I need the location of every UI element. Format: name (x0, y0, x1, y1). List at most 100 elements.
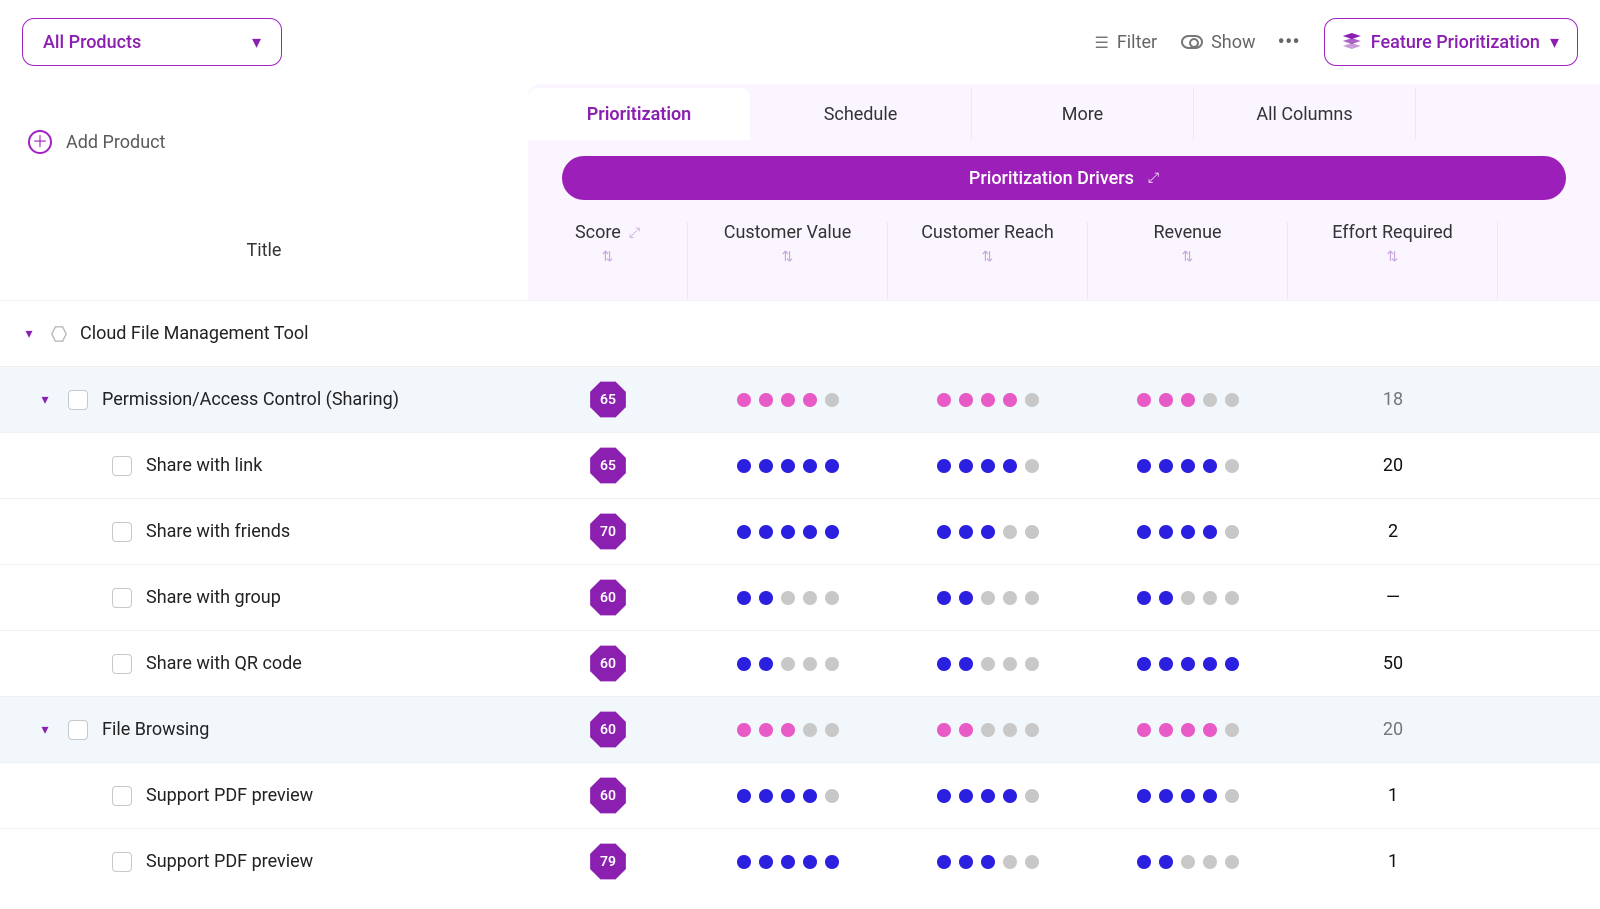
score-badge: 60 (589, 645, 627, 683)
rating-cell[interactable] (688, 723, 888, 737)
rating-dot (1003, 393, 1017, 407)
rating-dot (759, 657, 773, 671)
rating-cell[interactable] (888, 723, 1088, 737)
rating-cell[interactable] (688, 855, 888, 869)
feature-row: Support PDF preview601 (0, 762, 1600, 828)
row-title: Share with group (146, 587, 281, 608)
rating-dot (759, 525, 773, 539)
rating-dot (981, 723, 995, 737)
effort-cell[interactable]: 20 (1288, 719, 1498, 740)
row-checkbox[interactable] (112, 786, 132, 806)
tab-prioritization[interactable]: Prioritization (528, 88, 750, 140)
rating-dot (1025, 525, 1039, 539)
effort-cell[interactable]: 20 (1288, 455, 1498, 476)
subheader: ＋ Add Product PrioritizationScheduleMore… (0, 84, 1600, 200)
rating-dot (937, 459, 951, 473)
rating-cell[interactable] (688, 591, 888, 605)
rating-dot (1203, 459, 1217, 473)
rating-cell[interactable] (688, 459, 888, 473)
rating-cell[interactable] (1088, 657, 1288, 671)
rating-cell[interactable] (688, 525, 888, 539)
sort-icon[interactable]: ⇅ (1182, 249, 1194, 265)
row-checkbox[interactable] (112, 588, 132, 608)
effort-cell[interactable]: 50 (1288, 653, 1498, 674)
rating-dot (1003, 591, 1017, 605)
chevron-down-icon[interactable]: ▾ (36, 722, 54, 738)
col-effort-label: Effort Required (1332, 222, 1453, 243)
rating-cell[interactable] (888, 525, 1088, 539)
view-select[interactable]: Feature Prioritization ▾ (1324, 18, 1578, 66)
col-title[interactable]: Title (0, 200, 528, 300)
row-checkbox[interactable] (112, 654, 132, 674)
score-cell: 60 (528, 777, 688, 815)
rating-cell[interactable] (688, 393, 888, 407)
rating-dot (937, 855, 951, 869)
rating-cell[interactable] (1088, 723, 1288, 737)
filter-button[interactable]: ☰ Filter (1083, 24, 1170, 61)
row-checkbox[interactable] (68, 720, 88, 740)
rating-cell[interactable] (888, 789, 1088, 803)
tab-all-columns[interactable]: All Columns (1194, 88, 1416, 140)
rating-dot (1225, 657, 1239, 671)
rating-dot (959, 525, 973, 539)
effort-cell[interactable]: 18 (1288, 389, 1498, 410)
col-customer-reach[interactable]: Customer Reach⇅ (888, 222, 1088, 300)
rating-dot (1181, 393, 1195, 407)
row-checkbox[interactable] (112, 852, 132, 872)
rating-dot (781, 393, 795, 407)
more-menu-button[interactable]: ••• (1268, 22, 1310, 63)
rating-dot (825, 393, 839, 407)
tab-schedule[interactable]: Schedule (750, 88, 972, 140)
score-badge: 65 (589, 447, 627, 485)
rating-dot (825, 459, 839, 473)
effort-cell[interactable]: 1 (1288, 851, 1498, 872)
col-title-label: Title (247, 240, 282, 261)
rating-cell[interactable] (888, 393, 1088, 407)
prioritization-drivers-button[interactable]: Prioritization Drivers ⤢ (562, 156, 1566, 200)
row-checkbox[interactable] (112, 456, 132, 476)
sort-icon[interactable]: ⇅ (782, 249, 794, 265)
rating-cell[interactable] (1088, 459, 1288, 473)
chevron-down-icon[interactable]: ▾ (20, 326, 38, 342)
col-effort[interactable]: Effort Required ⇅ (1288, 222, 1498, 300)
rating-cell[interactable] (888, 855, 1088, 869)
rating-dot (737, 525, 751, 539)
rating-cell[interactable] (1088, 789, 1288, 803)
rating-cell[interactable] (888, 657, 1088, 671)
rating-cell[interactable] (888, 591, 1088, 605)
sort-icon[interactable]: ⇅ (982, 249, 994, 265)
rating-cell[interactable] (1088, 855, 1288, 869)
rating-dot (981, 591, 995, 605)
row-title: Cloud File Management Tool (80, 323, 309, 344)
rating-cell[interactable] (888, 459, 1088, 473)
score-cell: 65 (528, 447, 688, 485)
sort-icon[interactable]: ⇅ (602, 249, 614, 265)
col-score[interactable]: Score ⤢ ⇅ (528, 222, 688, 300)
effort-cell[interactable]: 2 (1288, 521, 1498, 542)
rating-dot (803, 657, 817, 671)
rating-cell[interactable] (1088, 393, 1288, 407)
rating-dot (1181, 525, 1195, 539)
row-checkbox[interactable] (68, 390, 88, 410)
sort-icon[interactable]: ⇅ (1387, 249, 1399, 265)
rating-cell[interactable] (1088, 591, 1288, 605)
show-button[interactable]: Show (1169, 24, 1267, 61)
rating-dot (1025, 459, 1039, 473)
effort-cell[interactable]: — (1288, 587, 1498, 608)
product-select[interactable]: All Products ▾ (22, 18, 282, 66)
rating-dot (1137, 657, 1151, 671)
col-customer-value[interactable]: Customer Value⇅ (688, 222, 888, 300)
effort-cell[interactable]: 1 (1288, 785, 1498, 806)
col-revenue[interactable]: Revenue⇅ (1088, 222, 1288, 300)
rating-cell[interactable] (1088, 525, 1288, 539)
rating-dot (1225, 789, 1239, 803)
chevron-down-icon[interactable]: ▾ (36, 392, 54, 408)
rating-cell[interactable] (688, 789, 888, 803)
tab-more[interactable]: More (972, 88, 1194, 140)
rating-dot (1159, 525, 1173, 539)
rating-dot (1181, 459, 1195, 473)
rating-cell[interactable] (688, 657, 888, 671)
add-product-button[interactable]: ＋ Add Product (0, 84, 528, 200)
rating-dot (937, 789, 951, 803)
row-checkbox[interactable] (112, 522, 132, 542)
